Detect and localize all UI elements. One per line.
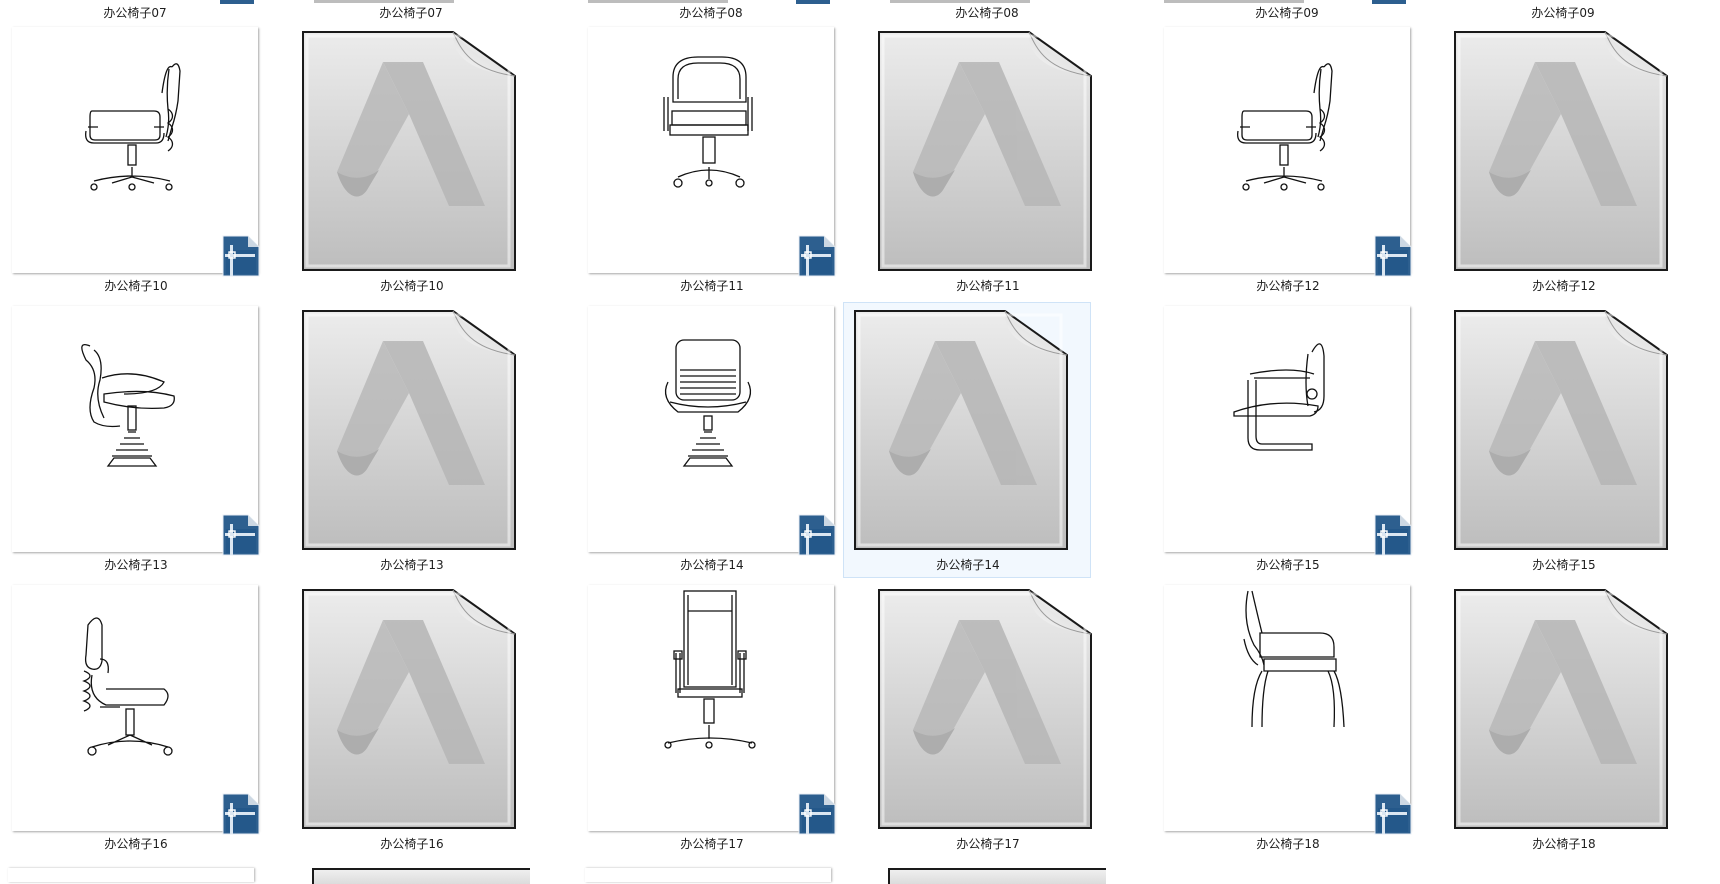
file-name-label: 办公椅子14 [936, 558, 1000, 572]
file-item[interactable]: 办公椅子15 [1155, 302, 1419, 578]
file-name-label: 办公椅子11 [680, 279, 744, 293]
file-item[interactable]: 办公椅子18 [1155, 581, 1419, 857]
dwg-thumbnail[interactable] [12, 585, 260, 835]
autocad-file-icon[interactable] [877, 588, 1093, 830]
file-name-label: 办公椅子18 [1256, 837, 1320, 851]
file-name-label: 办公椅子17 [680, 837, 744, 851]
file-item[interactable]: 办公椅子11 [579, 23, 843, 299]
autocad-file-icon[interactable] [1453, 309, 1669, 551]
partial-thumbnail [796, 0, 830, 4]
file-item[interactable]: 办公椅子13 [279, 302, 543, 578]
dwg-file-badge-icon [1374, 235, 1412, 277]
dwg-file-badge-icon [798, 793, 836, 835]
file-item[interactable]: 办公椅子14 [843, 302, 1091, 578]
file-item[interactable]: 办公椅子16 [279, 581, 543, 857]
file-name-label: 办公椅子15 [1256, 558, 1320, 572]
file-item[interactable]: 办公椅子14 [579, 302, 843, 578]
file-grid: 办公椅子10 办公椅子10 办公椅子11 办公椅子11 办公椅子12 办公椅子1… [0, 0, 1720, 884]
file-item[interactable]: 办公椅子18 [1431, 581, 1695, 857]
dwg-file-badge-icon [798, 514, 836, 556]
file-name-label: 办公椅子15 [1532, 558, 1596, 572]
file-item[interactable]: 办公椅子10 [3, 23, 267, 299]
file-name-label: 办公椅子12 [1256, 279, 1320, 293]
dwg-thumbnail[interactable] [12, 27, 260, 277]
file-name-label: 办公椅子16 [380, 837, 444, 851]
partial-thumbnail [585, 868, 831, 882]
dwg-file-badge-icon [1374, 793, 1412, 835]
dwg-file-badge-icon [222, 235, 260, 277]
file-name-label: 办公椅子09 [1255, 6, 1319, 20]
file-item[interactable]: 办公椅子17 [579, 581, 843, 857]
file-name-label: 办公椅子10 [104, 279, 168, 293]
dwg-thumbnail[interactable] [1164, 306, 1412, 556]
dwg-thumbnail[interactable] [588, 585, 836, 835]
dwg-file-badge-icon [222, 793, 260, 835]
file-name-label: 办公椅子16 [104, 837, 168, 851]
autocad-file-icon[interactable] [1453, 30, 1669, 272]
file-item[interactable]: 办公椅子12 [1155, 23, 1419, 299]
autocad-file-icon[interactable] [301, 30, 517, 272]
file-name-label: 办公椅子12 [1532, 279, 1596, 293]
dwg-thumbnail[interactable] [1164, 585, 1412, 835]
file-name-label: 办公椅子09 [1531, 6, 1595, 20]
autocad-file-icon[interactable] [1453, 588, 1669, 830]
file-name-label: 办公椅子07 [103, 6, 167, 20]
dwg-thumbnail[interactable] [12, 306, 260, 556]
partial-thumbnail [220, 0, 254, 4]
file-name-label: 办公椅子08 [679, 6, 743, 20]
file-name-label: 办公椅子13 [380, 558, 444, 572]
autocad-file-icon[interactable] [301, 309, 517, 551]
dwg-thumbnail[interactable] [1164, 27, 1412, 277]
file-name-label: 办公椅子08 [955, 6, 1019, 20]
autocad-file-icon[interactable] [853, 309, 1069, 551]
dwg-thumbnail[interactable] [588, 27, 836, 277]
file-item[interactable]: 办公椅子16 [3, 581, 267, 857]
file-item[interactable]: 办公椅子11 [855, 23, 1119, 299]
partial-thumbnail [1372, 0, 1406, 4]
file-name-label: 办公椅子13 [104, 558, 168, 572]
file-item[interactable]: 办公椅子15 [1431, 302, 1695, 578]
partial-thumbnail [588, 0, 728, 3]
autocad-file-icon[interactable] [301, 588, 517, 830]
file-item[interactable]: 办公椅子10 [279, 23, 543, 299]
file-name-label: 办公椅子11 [956, 279, 1020, 293]
file-name-label: 办公椅子10 [380, 279, 444, 293]
file-name-label: 办公椅子14 [680, 558, 744, 572]
partial-thumbnail [8, 868, 254, 882]
file-item[interactable]: 办公椅子17 [855, 581, 1119, 857]
dwg-file-badge-icon [798, 235, 836, 277]
partial-thumbnail [1164, 0, 1304, 3]
partial-thumbnail [314, 0, 454, 3]
file-name-label: 办公椅子18 [1532, 837, 1596, 851]
file-name-label: 办公椅子07 [379, 6, 443, 20]
file-item[interactable]: 办公椅子13 [3, 302, 267, 578]
partial-thumbnail [890, 0, 1030, 3]
autocad-file-icon[interactable] [877, 30, 1093, 272]
file-item[interactable]: 办公椅子12 [1431, 23, 1695, 299]
dwg-file-badge-icon [1374, 514, 1412, 556]
dwg-thumbnail[interactable] [588, 306, 836, 556]
dwg-file-badge-icon [222, 514, 260, 556]
file-name-label: 办公椅子17 [956, 837, 1020, 851]
